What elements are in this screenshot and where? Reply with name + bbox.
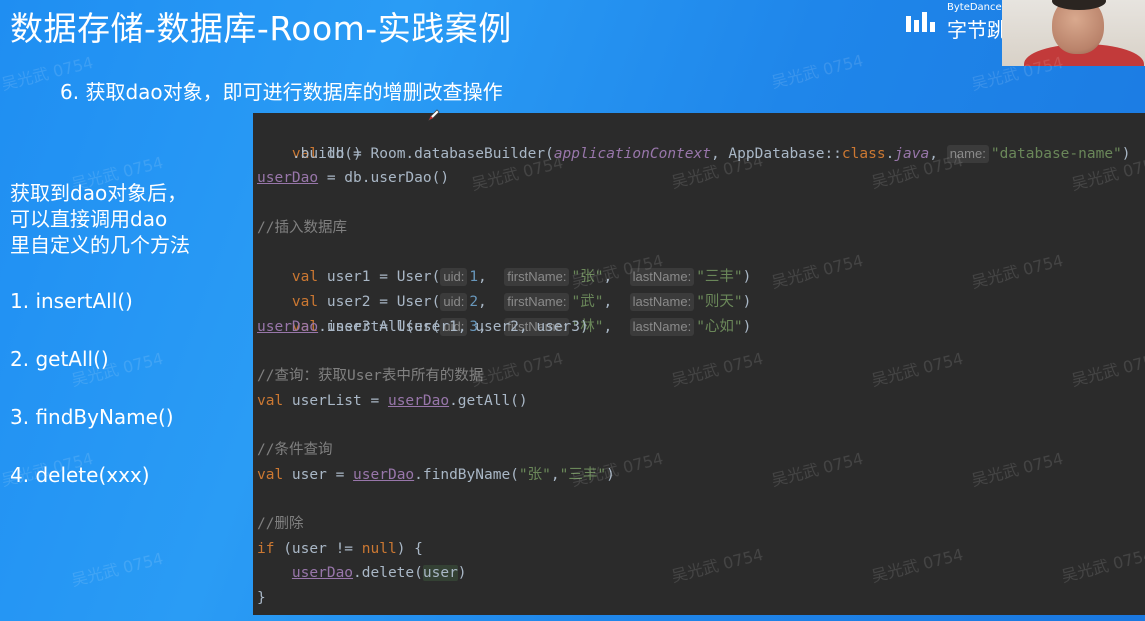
code-comment: //插入数据库 [257, 219, 347, 236]
presenter-video [1002, 0, 1145, 66]
intro-line: 可以直接调用dao [10, 207, 168, 231]
bytedance-logo-icon [906, 12, 935, 32]
sidebar-notes: 获取到dao对象后， 可以直接调用dao 里自定义的几个方法 1. insert… [10, 180, 250, 520]
code-line: } [257, 590, 266, 607]
method-item: 4. delete(xxx) [10, 463, 150, 487]
code-line: val userList = userDao.getAll() [257, 392, 528, 409]
code-line: val user1 = User(uid: 1, firstName: "张", l… [291, 268, 752, 287]
code-comment: //条件查询 [257, 441, 333, 458]
method-item: 2. getAll() [10, 347, 109, 371]
code-line: val user = userDao.findByName("张","三丰") [257, 466, 615, 483]
bytedance-logo: ByteDance 字节跳 [905, 2, 1007, 42]
slide-title: 数据存储-数据库-Room-实践案例 [10, 9, 512, 48]
slide-subtitle: 6. 获取dao对象，即可进行数据库的增删改查操作 [60, 80, 503, 104]
brand-name-en: ByteDance [947, 2, 1002, 13]
code-line: userDao.delete(user) [291, 565, 467, 582]
method-item: 1. insertAll() [10, 289, 133, 313]
code-editor: val db = Room.databaseBuilder(applicatio… [253, 113, 1145, 615]
code-line: if (user != null) { [257, 540, 423, 557]
pen-cursor-icon [428, 109, 440, 121]
watermark: 吴光武 0754 [769, 50, 866, 93]
code-line: val db = Room.databaseBuilder(applicatio… [291, 144, 1131, 163]
intro-line: 获取到dao对象后， [10, 181, 188, 205]
code-comment: //删除 [257, 516, 304, 532]
method-list: 1. insertAll() 2. getAll() 3. findByName… [10, 288, 250, 520]
param-hint: name: [946, 144, 989, 163]
code-comment: //查询：获取User表中所有的数据 [257, 367, 484, 384]
code-line: userDao = db.userDao() [257, 170, 450, 187]
brand-name-zh: 字节跳 [947, 18, 1007, 42]
method-item: 3. findByName() [10, 405, 174, 429]
watermark: 吴光武 0754 [69, 548, 166, 591]
intro-line: 里自定义的几个方法 [10, 233, 190, 257]
intro-text: 获取到dao对象后， 可以直接调用dao 里自定义的几个方法 [10, 180, 250, 258]
